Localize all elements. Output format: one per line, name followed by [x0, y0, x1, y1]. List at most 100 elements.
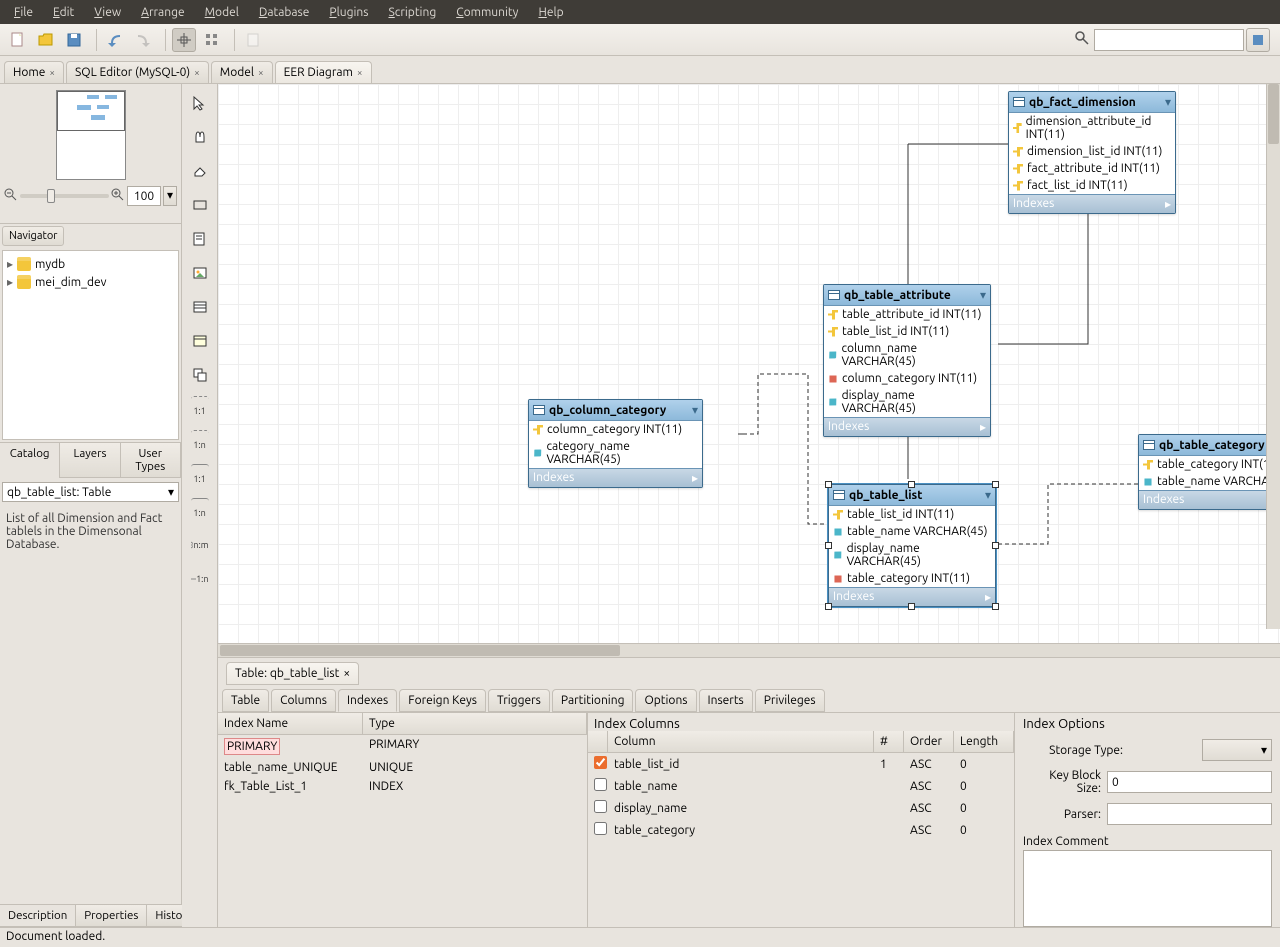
close-icon[interactable]: ×: [357, 67, 363, 78]
tree-item-mydb[interactable]: ▸mydb: [7, 255, 174, 273]
index-row[interactable]: table_name_UNIQUEUNIQUE: [218, 758, 587, 777]
grid-align-button[interactable]: [172, 28, 196, 52]
menu-model[interactable]: Model: [195, 6, 249, 19]
diagram-canvas[interactable]: qb_fact_dimension▾ dimension_attribute_i…: [218, 84, 1280, 643]
vertical-scrollbar[interactable]: [1266, 84, 1280, 629]
search-input[interactable]: [1094, 29, 1244, 51]
note-tool[interactable]: [187, 226, 213, 252]
subtab-indexes[interactable]: Indexes: [338, 689, 397, 712]
close-icon[interactable]: ×: [194, 67, 200, 78]
horizontal-scrollbar[interactable]: [218, 643, 1280, 657]
er-table-qb-column-category[interactable]: qb_column_category▾ column_category INT(…: [528, 399, 703, 488]
subtab-foreign-keys[interactable]: Foreign Keys: [399, 689, 486, 712]
tab-model[interactable]: Model×: [211, 61, 273, 83]
subtab-inserts[interactable]: Inserts: [699, 689, 753, 712]
menu-arrange[interactable]: Arrange: [131, 6, 194, 19]
index-list[interactable]: Index Name Type PRIMARYPRIMARY table_nam…: [218, 713, 588, 927]
menu-file[interactable]: File: [4, 6, 43, 19]
col-header-index-name[interactable]: Index Name: [218, 713, 363, 734]
description-text[interactable]: List of all Dimension and Fact tablels i…: [2, 508, 179, 758]
rel-1-1[interactable]: 1:1: [191, 464, 209, 490]
index-comment-textarea[interactable]: [1023, 850, 1272, 927]
search-options-button[interactable]: [1246, 28, 1270, 52]
subtab-options[interactable]: Options: [635, 689, 696, 712]
zoom-out-icon[interactable]: [4, 188, 18, 205]
subtab-table[interactable]: Table: [222, 689, 269, 712]
er-table-qb-table-category[interactable]: qb_table_category▾ table_category INT(11…: [1138, 434, 1280, 510]
col-header-type[interactable]: Type: [363, 713, 587, 734]
zoom-slider[interactable]: [20, 194, 109, 198]
side-tab-user-types[interactable]: User Types: [120, 442, 181, 478]
column-checkbox[interactable]: [594, 756, 607, 769]
col-header-order[interactable]: Order: [904, 731, 954, 752]
layer-tool[interactable]: [187, 192, 213, 218]
chevron-down-icon[interactable]: ▾: [1165, 95, 1171, 109]
redo-button[interactable]: [131, 28, 155, 52]
eraser-tool[interactable]: [187, 158, 213, 184]
subtab-privileges[interactable]: Privileges: [755, 689, 825, 712]
image-tool[interactable]: [187, 260, 213, 286]
grid-toggle-button[interactable]: [200, 28, 224, 52]
col-header-column[interactable]: Column: [608, 731, 874, 752]
hand-tool[interactable]: [187, 124, 213, 150]
column-checkbox[interactable]: [594, 800, 607, 813]
menu-scripting[interactable]: Scripting: [378, 6, 446, 19]
chevron-down-icon[interactable]: ▾: [692, 403, 698, 417]
parser-input[interactable]: [1107, 803, 1272, 825]
side-tab-description[interactable]: Description: [0, 904, 76, 927]
menu-community[interactable]: Community: [446, 6, 528, 19]
undo-button[interactable]: [103, 28, 127, 52]
chevron-down-icon[interactable]: ▾: [980, 288, 986, 302]
col-header-hash[interactable]: #: [874, 731, 904, 752]
storage-type-select[interactable]: ▾: [1202, 739, 1272, 761]
save-button[interactable]: [62, 28, 86, 52]
column-checkbox[interactable]: [594, 822, 607, 835]
zoom-input[interactable]: [127, 186, 161, 206]
er-table-qb-fact-dimension[interactable]: qb_fact_dimension▾ dimension_attribute_i…: [1008, 91, 1176, 214]
tab-home[interactable]: Home×: [4, 61, 64, 83]
close-icon[interactable]: ×: [343, 667, 350, 680]
expand-icon[interactable]: ▸: [1165, 197, 1171, 211]
menu-plugins[interactable]: Plugins: [319, 6, 378, 19]
side-tab-catalog[interactable]: Catalog: [0, 442, 60, 478]
editor-tab-title[interactable]: Table: qb_table_list×: [226, 662, 359, 685]
tab-sql-editor[interactable]: SQL Editor (MySQL-0)×: [66, 61, 209, 83]
index-column-row[interactable]: display_nameASC0: [588, 797, 1014, 819]
tab-eer-diagram[interactable]: EER Diagram×: [275, 61, 372, 83]
pointer-tool[interactable]: [187, 90, 213, 116]
page-button[interactable]: [241, 28, 265, 52]
index-row[interactable]: fk_Table_List_1INDEX: [218, 777, 587, 796]
index-column-row[interactable]: table_categoryASC0: [588, 819, 1014, 841]
rel-1-1-non[interactable]: 1:1: [191, 396, 209, 422]
expand-icon[interactable]: ▸: [985, 590, 991, 604]
menu-edit[interactable]: Edit: [43, 6, 84, 19]
column-checkbox[interactable]: [594, 778, 607, 791]
view-tool[interactable]: [187, 328, 213, 354]
subtab-triggers[interactable]: Triggers: [488, 689, 550, 712]
menu-view[interactable]: View: [84, 6, 131, 19]
key-block-size-input[interactable]: [1107, 771, 1272, 793]
index-row[interactable]: PRIMARYPRIMARY: [218, 735, 587, 758]
new-file-button[interactable]: [6, 28, 30, 52]
subtab-columns[interactable]: Columns: [271, 689, 336, 712]
rel-existing[interactable]: 1:n: [191, 566, 209, 592]
menu-help[interactable]: Help: [528, 6, 573, 19]
table-tool[interactable]: [187, 294, 213, 320]
object-selector[interactable]: qb_table_list: Table▾: [2, 482, 179, 502]
er-table-qb-table-attribute[interactable]: qb_table_attribute▾ table_attribute_id I…: [823, 284, 991, 437]
index-column-row[interactable]: table_list_id1ASC0: [588, 753, 1014, 775]
col-header-length[interactable]: Length: [954, 731, 1014, 752]
tree-item-mei-dim-dev[interactable]: ▸mei_dim_dev: [7, 273, 174, 291]
zoom-dropdown[interactable]: ▾: [163, 186, 177, 206]
close-icon[interactable]: ×: [49, 67, 55, 78]
side-tab-properties[interactable]: Properties: [75, 904, 147, 927]
zoom-in-icon[interactable]: [111, 188, 125, 205]
navigator-thumbnail[interactable]: [56, 90, 126, 180]
expand-icon[interactable]: ▸: [692, 471, 698, 485]
rel-n-m[interactable]: n:m: [191, 532, 209, 558]
expand-icon[interactable]: ▸: [980, 420, 986, 434]
rel-1-n-non[interactable]: 1:n: [191, 430, 209, 456]
catalog-tree[interactable]: ▸mydb ▸mei_dim_dev: [2, 250, 179, 440]
close-icon[interactable]: ×: [258, 67, 264, 78]
routine-group-tool[interactable]: [187, 362, 213, 388]
